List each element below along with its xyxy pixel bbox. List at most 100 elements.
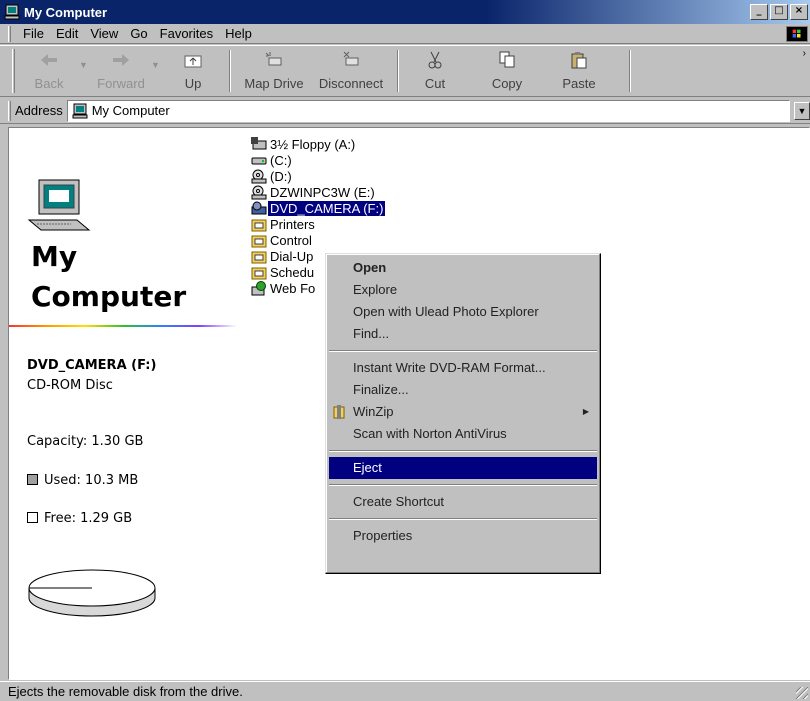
back-arrow-icon: [41, 54, 57, 66]
up-label: Up: [184, 76, 202, 91]
winzip-label: WinZip: [353, 404, 394, 419]
control-panel-folder-icon: [251, 235, 267, 247]
title-underline: [9, 325, 237, 327]
menu-item-instant-write-format[interactable]: Instant Write DVD-RAM Format...: [329, 357, 597, 379]
copy-button[interactable]: Copy: [477, 46, 537, 94]
back-dropdown[interactable]: ▼: [79, 46, 91, 70]
toolbar-grip[interactable]: [12, 49, 15, 93]
menu-item-open-with-ulead[interactable]: Open with Ulead Photo Explorer: [329, 301, 597, 323]
drive-name: DVD_CAMERA (F:): [27, 358, 157, 373]
toolbar-chevron-icon[interactable]: ›: [803, 48, 806, 59]
drive-item-f[interactable]: DVD_CAMERA (F:): [251, 200, 386, 216]
page-title-line2: Computer: [31, 280, 187, 313]
info-panel: My Computer DVD_CAMERA (F:) CD-ROM Disc …: [9, 128, 237, 679]
disconnect-icon: [343, 51, 359, 66]
submenu-arrow-icon: ▶: [582, 407, 589, 416]
dvd-drive-icon: [251, 201, 267, 214]
up-button[interactable]: Up: [163, 46, 223, 94]
page-title-line1: My: [31, 240, 78, 273]
menu-file[interactable]: File: [17, 26, 50, 41]
forward-button[interactable]: Forward: [91, 46, 151, 94]
title-bar[interactable]: My Computer _ □ ×: [0, 0, 810, 24]
disconnect-button[interactable]: Disconnect: [311, 46, 391, 94]
cd-drive-icon: [251, 169, 267, 183]
menu-item-create-shortcut[interactable]: Create Shortcut: [329, 491, 597, 513]
drive-item-label: DZWINPC3W (E:): [270, 184, 375, 200]
floppy-icon: [251, 136, 267, 149]
paste-icon: [571, 52, 587, 69]
resize-grip[interactable]: [796, 687, 808, 699]
paste-label: Paste: [562, 76, 596, 91]
drive-item-d[interactable]: (D:): [251, 168, 385, 184]
menu-item-finalize[interactable]: Finalize...: [329, 379, 597, 401]
drive-item-label: 3½ Floppy (A:): [270, 136, 356, 152]
up-folder-icon: [184, 55, 202, 68]
menu-separator: [329, 350, 597, 352]
folder-item-printers[interactable]: Printers: [251, 216, 385, 232]
folder-item-label: Control: [270, 232, 312, 248]
my-computer-large-icon: [27, 179, 91, 231]
cut-button[interactable]: Cut: [405, 46, 465, 94]
menu-separator: [329, 518, 597, 520]
scheduled-tasks-folder-icon: [251, 267, 267, 279]
copy-label: Copy: [491, 76, 523, 91]
minimize-button[interactable]: _: [750, 4, 768, 20]
menu-item-winzip[interactable]: WinZip ▶: [329, 401, 597, 423]
windows-logo-throbber: [786, 26, 808, 42]
my-computer-icon: [4, 4, 20, 20]
forward-dropdown[interactable]: ▼: [151, 46, 163, 70]
scissors-icon: [428, 51, 442, 69]
drive-free: Free: 1.29 GB: [27, 511, 132, 526]
hard-drive-icon: [251, 157, 267, 164]
menu-separator: [329, 484, 597, 486]
disk-usage-pie: [28, 569, 156, 617]
cd-drive-icon: [251, 185, 267, 199]
drive-capacity: Capacity: 1.30 GB: [27, 434, 144, 449]
menu-item-open[interactable]: Open: [329, 257, 597, 279]
maximize-button[interactable]: □: [770, 4, 788, 20]
drive-used: Used: 10.3 MB: [27, 473, 138, 488]
menu-help[interactable]: Help: [219, 26, 258, 41]
menu-view[interactable]: View: [84, 26, 124, 41]
folder-item-label: Web Fo: [270, 280, 316, 296]
address-dropdown-button[interactable]: ▼: [794, 101, 810, 120]
menu-item-explore[interactable]: Explore: [329, 279, 597, 301]
drive-item-floppy[interactable]: 3½ Floppy (A:): [251, 136, 385, 152]
menu-favorites[interactable]: Favorites: [154, 26, 219, 41]
menu-item-find[interactable]: Find...: [329, 323, 597, 345]
context-menu: Open Explore Open with Ulead Photo Explo…: [325, 253, 601, 574]
paste-button[interactable]: Paste: [549, 46, 609, 94]
printer-folder-icon: [251, 219, 267, 231]
map-drive-button[interactable]: Map Drive: [237, 46, 311, 94]
toolbar-separator: [397, 50, 399, 92]
standard-toolbar: Back ▼ Forward ▼ Up Map Drive Disconnect…: [0, 45, 810, 97]
drive-item-label: (D:): [270, 168, 292, 184]
back-button[interactable]: Back: [19, 46, 79, 94]
status-text: Ejects the removable disk from the drive…: [8, 684, 243, 699]
web-folders-icon: [251, 280, 266, 295]
menu-edit[interactable]: Edit: [50, 26, 84, 41]
menu-item-properties[interactable]: Properties: [329, 525, 597, 547]
close-button[interactable]: ×: [790, 4, 808, 20]
forward-arrow-icon: [113, 54, 129, 66]
address-grip[interactable]: [8, 100, 11, 121]
folder-item-control-panel[interactable]: Control: [251, 232, 385, 248]
drive-item-c[interactable]: (C:): [251, 152, 385, 168]
address-input[interactable]: My Computer: [66, 99, 790, 122]
back-label: Back: [34, 76, 64, 91]
copy-icon: [499, 51, 515, 68]
folder-item-label: Dial-Up: [270, 248, 314, 264]
drive-item-label: (C:): [270, 152, 292, 168]
menu-separator: [329, 450, 597, 452]
map-drive-icon: [265, 52, 282, 66]
drive-type: CD-ROM Disc: [27, 378, 113, 393]
menu-grip[interactable]: [8, 25, 11, 42]
menu-item-eject[interactable]: Eject: [329, 457, 597, 479]
menu-item-scan-norton[interactable]: Scan with Norton AntiVirus: [329, 423, 597, 445]
menu-go[interactable]: Go: [124, 26, 153, 41]
winzip-icon: [333, 405, 345, 419]
drive-item-e[interactable]: DZWINPC3W (E:): [251, 184, 385, 200]
forward-label: Forward: [97, 76, 145, 91]
toolbar-separator: [629, 50, 631, 92]
free-legend-swatch: [27, 512, 38, 523]
